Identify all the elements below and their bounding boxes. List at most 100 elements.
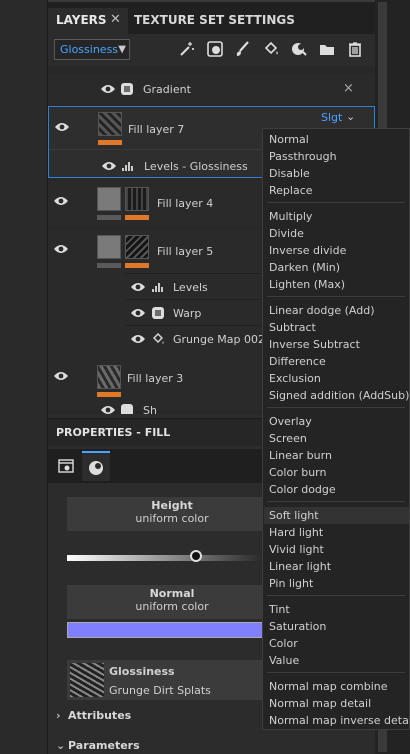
channel-select-value: Glossiness bbox=[60, 43, 119, 56]
blend-mode-option[interactable]: Color burn bbox=[269, 466, 326, 479]
glossiness-title: Glossiness bbox=[109, 665, 175, 678]
blend-mode-option[interactable]: Color bbox=[269, 637, 298, 650]
eye-icon[interactable] bbox=[53, 370, 69, 382]
blend-mode-option[interactable]: Exclusion bbox=[269, 372, 321, 385]
blend-mode-option[interactable]: Difference bbox=[269, 355, 326, 368]
eye-icon[interactable] bbox=[130, 333, 146, 345]
eye-icon[interactable] bbox=[53, 195, 69, 207]
eye-icon[interactable] bbox=[100, 404, 116, 414]
blend-mode-option[interactable]: Linear light bbox=[269, 560, 331, 573]
mask-bar bbox=[97, 392, 121, 397]
slider-handle[interactable] bbox=[190, 550, 202, 562]
blend-mode-option[interactable]: Signed addition (AddSub) bbox=[269, 389, 409, 402]
channel-select[interactable]: Glossiness ▼ bbox=[54, 39, 130, 60]
add-mask-icon[interactable] bbox=[206, 40, 224, 58]
parameters-label: Parameters bbox=[68, 739, 140, 752]
effect-label: Warp bbox=[173, 307, 202, 320]
effect-label: Gradient bbox=[143, 83, 191, 96]
mask-bar bbox=[98, 140, 122, 145]
properties-title: PROPERTIES - FILL bbox=[56, 426, 171, 439]
blend-mode-option[interactable]: Tint bbox=[269, 603, 290, 616]
normal-channel[interactable]: Normal uniform color bbox=[67, 585, 277, 619]
tab-layers[interactable]: LAYERS ✕ bbox=[48, 8, 128, 36]
layer-name: Fill layer 3 bbox=[127, 372, 184, 385]
tab-material[interactable] bbox=[82, 451, 110, 481]
blend-mode-option[interactable]: Linear burn bbox=[269, 449, 332, 462]
blend-mode-option[interactable]: Disable bbox=[269, 167, 310, 180]
layer-thumbnail bbox=[97, 235, 121, 259]
height-slider[interactable] bbox=[67, 550, 277, 562]
blend-mode-option[interactable]: Inverse divide bbox=[269, 244, 346, 257]
glossiness-channel[interactable]: Glossiness Grunge Dirt Splats bbox=[67, 660, 277, 700]
layer-thumbnail bbox=[97, 187, 121, 211]
tab-texture-set-settings[interactable]: TEXTURE SET SETTINGS bbox=[134, 8, 295, 36]
substance-icon bbox=[151, 306, 165, 320]
chevron-down-icon: ▼ bbox=[118, 44, 126, 55]
fill-icon bbox=[151, 332, 165, 346]
blend-mode-option[interactable]: Normal map detail bbox=[269, 697, 371, 710]
blend-mode-option[interactable]: Soft light bbox=[269, 509, 319, 522]
effect-row-gradient[interactable]: Gradient × bbox=[48, 74, 375, 104]
eye-icon[interactable] bbox=[130, 281, 146, 293]
attributes-section[interactable]: › Attributes bbox=[56, 709, 131, 722]
layer-name: Fill layer 7 bbox=[128, 123, 185, 136]
blend-mode-option[interactable]: Lighten (Max) bbox=[269, 278, 345, 291]
blend-mode-option[interactable]: Saturation bbox=[269, 620, 326, 633]
blend-mode-option[interactable]: Normal bbox=[269, 133, 309, 146]
add-smart-material-icon[interactable] bbox=[290, 40, 308, 58]
normal-title: Normal bbox=[149, 587, 195, 600]
mask-bar bbox=[125, 263, 149, 268]
blend-mode-option[interactable]: Replace bbox=[269, 184, 313, 197]
remove-effect-icon[interactable]: × bbox=[343, 81, 354, 96]
layer-name: Fill layer 4 bbox=[157, 197, 214, 210]
layers-toolbar: Glossiness ▼ bbox=[48, 34, 375, 64]
height-title: Height bbox=[151, 499, 193, 512]
blend-mode-option[interactable]: Pin light bbox=[269, 577, 313, 590]
substance-icon bbox=[120, 82, 134, 96]
eye-icon[interactable] bbox=[101, 160, 117, 172]
eye-icon[interactable] bbox=[130, 307, 146, 319]
blend-mode-option[interactable]: Multiply bbox=[269, 210, 312, 223]
normal-subtitle: uniform color bbox=[135, 600, 209, 613]
blend-mode-option[interactable]: Divide bbox=[269, 227, 304, 240]
menu-divider bbox=[267, 672, 405, 673]
add-paint-layer-icon[interactable] bbox=[234, 40, 252, 58]
blend-mode-option[interactable]: Value bbox=[269, 654, 299, 667]
blend-mode-option[interactable]: Screen bbox=[269, 432, 307, 445]
blend-mode-option[interactable]: Normal map combine bbox=[269, 680, 388, 693]
blend-mode-option[interactable]: Vivid light bbox=[269, 543, 324, 556]
normal-color-swatch[interactable] bbox=[67, 622, 277, 638]
tab-layers-label: LAYERS bbox=[56, 13, 107, 27]
eye-icon[interactable] bbox=[53, 243, 69, 255]
parameters-section[interactable]: ⌄ Parameters bbox=[56, 739, 140, 752]
add-fill-layer-icon[interactable] bbox=[262, 40, 280, 58]
blend-mode-option[interactable]: Darken (Min) bbox=[269, 261, 340, 274]
blend-mode-option[interactable]: Normal map inverse detail bbox=[269, 714, 410, 727]
blend-mode-option[interactable]: Inverse Subtract bbox=[269, 338, 360, 351]
panel-tabs: LAYERS ✕ TEXTURE SET SETTINGS bbox=[48, 0, 375, 36]
chevron-down-icon[interactable]: ⌄ bbox=[346, 110, 355, 123]
add-effect-icon[interactable] bbox=[178, 40, 196, 58]
blend-mode-option[interactable]: Color dodge bbox=[269, 483, 336, 496]
chevron-right-icon: › bbox=[56, 709, 61, 722]
effect-label: Sh bbox=[143, 404, 157, 414]
eye-icon[interactable] bbox=[54, 121, 70, 133]
blend-mode-select[interactable]: Slgt bbox=[321, 111, 342, 124]
menu-divider bbox=[267, 407, 405, 408]
blend-mode-option[interactable]: Linear dodge (Add) bbox=[269, 304, 375, 317]
menu-divider bbox=[267, 296, 405, 297]
eye-icon[interactable] bbox=[100, 83, 116, 95]
fill-settings-icon bbox=[58, 459, 74, 473]
menu-divider bbox=[267, 595, 405, 596]
height-channel[interactable]: Height uniform color bbox=[67, 497, 277, 531]
blend-mode-option[interactable]: Overlay bbox=[269, 415, 312, 428]
folder-icon[interactable] bbox=[318, 40, 336, 58]
tab-fill-settings[interactable] bbox=[52, 451, 80, 481]
menu-divider bbox=[267, 501, 405, 502]
menu-divider bbox=[267, 202, 405, 203]
close-tab-icon[interactable]: ✕ bbox=[110, 8, 121, 32]
delete-icon[interactable] bbox=[346, 40, 364, 58]
blend-mode-option[interactable]: Passthrough bbox=[269, 150, 337, 163]
blend-mode-option[interactable]: Hard light bbox=[269, 526, 323, 539]
blend-mode-option[interactable]: Subtract bbox=[269, 321, 316, 334]
